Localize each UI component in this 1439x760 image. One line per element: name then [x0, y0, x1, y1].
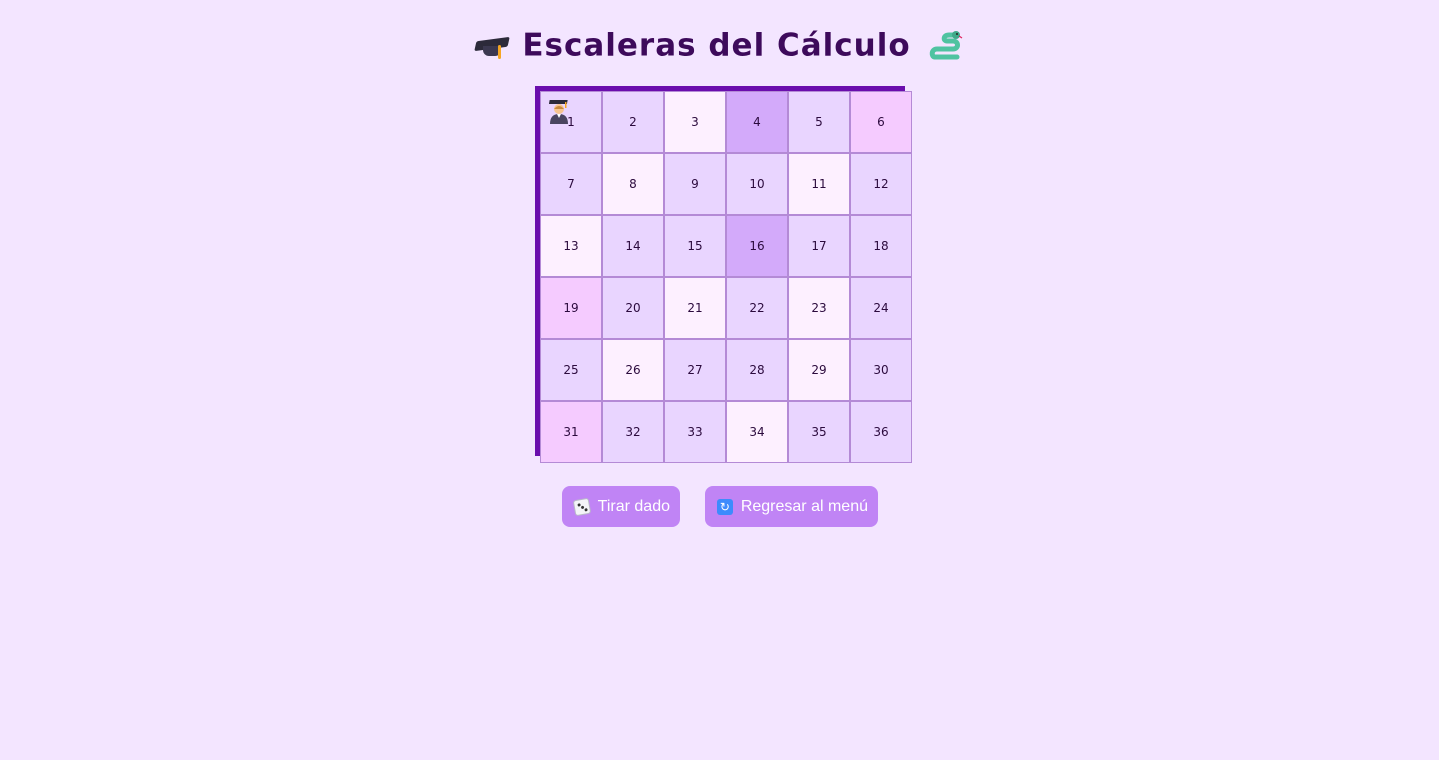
cell-number: 11 — [811, 177, 827, 191]
title-text: Escaleras del Cálculo — [522, 27, 911, 64]
cell-number: 13 — [563, 239, 579, 253]
cell-number: 24 — [873, 301, 889, 315]
cell-number: 8 — [629, 177, 637, 191]
cell-number: 35 — [811, 425, 827, 439]
cell-number: 3 — [691, 115, 699, 129]
board-cell: 17 — [788, 215, 850, 277]
board-cell: 24 — [850, 277, 912, 339]
board-cell: 2 — [602, 91, 664, 153]
back-to-menu-button[interactable]: ↻ Regresar al menú — [705, 486, 878, 527]
cell-number: 19 — [563, 301, 579, 315]
cell-number: 20 — [625, 301, 641, 315]
board-cell: 33 — [664, 401, 726, 463]
board-cell: 11 — [788, 153, 850, 215]
cell-number: 6 — [877, 115, 885, 129]
board-cell: 6 — [850, 91, 912, 153]
cell-number: 7 — [567, 177, 575, 191]
board-cell: 22 — [726, 277, 788, 339]
board-cell: 10 — [726, 153, 788, 215]
board-cell: 3 — [664, 91, 726, 153]
board-cell: 36 — [850, 401, 912, 463]
refresh-icon: ↻ — [717, 498, 733, 515]
action-buttons: Tirar dado ↻ Regresar al menú — [562, 486, 878, 527]
cell-number: 18 — [873, 239, 889, 253]
cell-number: 22 — [749, 301, 765, 315]
board-cell: 19 — [540, 277, 602, 339]
graduation-cap-icon — [474, 31, 511, 61]
board-cell: 30 — [850, 339, 912, 401]
cell-number: 12 — [873, 177, 889, 191]
cell-number: 10 — [749, 177, 765, 191]
cell-number: 4 — [753, 115, 761, 129]
board-cell: 14 — [602, 215, 664, 277]
board-cell: 15 — [664, 215, 726, 277]
cell-number: 23 — [811, 301, 827, 315]
board-cell: 16 — [726, 215, 788, 277]
board-cell: 13 — [540, 215, 602, 277]
game-board: 1 2 3 4 5 6 7 8 9 10 11 12 13 14 15 16 17 18 19 20 21 22 23 24 2… — [540, 91, 912, 463]
cell-number: 21 — [687, 301, 703, 315]
board-cell: 5 — [788, 91, 850, 153]
cell-number: 36 — [873, 425, 889, 439]
cell-number: 27 — [687, 363, 703, 377]
roll-dice-label: Tirar dado — [597, 497, 670, 515]
cell-number: 5 — [815, 115, 823, 129]
dice-icon — [572, 497, 591, 516]
board-cell: 23 — [788, 277, 850, 339]
board-cell: 18 — [850, 215, 912, 277]
cell-number: 16 — [749, 239, 765, 253]
board-cell: 4 — [726, 91, 788, 153]
board-cell: 29 — [788, 339, 850, 401]
board-cell: 32 — [602, 401, 664, 463]
board-cell: 21 — [664, 277, 726, 339]
cell-number: 25 — [563, 363, 579, 377]
board-cell: 35 — [788, 401, 850, 463]
cell-number: 26 — [625, 363, 641, 377]
board-cell: 9 — [664, 153, 726, 215]
cell-number: 34 — [749, 425, 765, 439]
cell-number: 33 — [687, 425, 703, 439]
board-cell: 34 — [726, 401, 788, 463]
board-cell: 26 — [602, 339, 664, 401]
board-cell: 20 — [602, 277, 664, 339]
back-to-menu-label: Regresar al menú — [740, 497, 868, 515]
board-cell: 31 — [540, 401, 602, 463]
cell-number: 15 — [687, 239, 703, 253]
cell-number: 9 — [691, 177, 699, 191]
board-cell: 12 — [850, 153, 912, 215]
cell-number: 29 — [811, 363, 827, 377]
student-icon — [548, 98, 569, 124]
snake-icon — [929, 29, 963, 63]
cell-number: 30 — [873, 363, 889, 377]
board-cell: 1 — [540, 91, 602, 153]
board-cell: 8 — [602, 153, 664, 215]
page-title: Escaleras del Cálculo — [0, 22, 1439, 68]
board-cell: 25 — [540, 339, 602, 401]
cell-number: 2 — [629, 115, 637, 129]
cell-number: 14 — [625, 239, 641, 253]
board-cell: 7 — [540, 153, 602, 215]
cell-number: 17 — [811, 239, 827, 253]
cell-number: 32 — [625, 425, 641, 439]
roll-dice-button[interactable]: Tirar dado — [562, 486, 680, 527]
cell-number: 31 — [563, 425, 579, 439]
board-cell: 27 — [664, 339, 726, 401]
board-cell: 28 — [726, 339, 788, 401]
cell-number: 28 — [749, 363, 765, 377]
